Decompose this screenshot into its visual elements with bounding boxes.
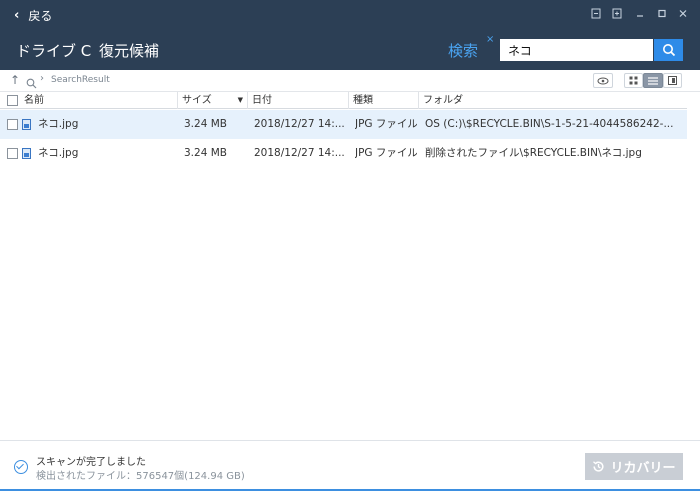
maximize-icon[interactable] [656,8,668,20]
file-list: ネコ.jpg 3.24 MB 2018/12/27 14:... JPG ファイ… [0,110,687,168]
list-view-button[interactable] [643,73,663,88]
status-footer: スキャンが完了しました 検出されたファイル：576547個(124.94 GB)… [0,440,700,491]
file-type: JPG ファイル [355,147,417,159]
file-name: ネコ.jpg [38,118,79,130]
table-row[interactable]: ネコ.jpg 3.24 MB 2018/12/27 14:... JPG ファイ… [0,139,687,168]
recover-button[interactable]: リカバリー [585,453,683,480]
table-header: 名前 サイズ ▼ 日付 種類 フォルダ [0,92,687,109]
file-folder: 削除されたファイル\$RECYCLE.BIN\ネコ.jpg [425,147,642,159]
row-checkbox[interactable] [7,148,18,159]
app-window: ‹ 戻る ドライブ C 復元候補 検索 × ↑ [0,0,700,491]
search-close-icon[interactable]: × [486,34,494,45]
breadcrumb[interactable]: SearchResult [51,75,110,85]
file-date: 2018/12/27 14:... [254,118,345,130]
column-header-size-label: サイズ [182,95,212,106]
tab-drive-c[interactable]: ドライブ C [16,40,91,61]
tab-search[interactable]: 検索 [448,40,478,61]
grid-view-button[interactable] [624,73,643,88]
login-icon[interactable] [611,8,623,20]
back-chevron-icon: ‹ [14,7,20,23]
recover-button-label: リカバリー [610,461,676,476]
table-row[interactable]: ネコ.jpg 3.24 MB 2018/12/27 14:... JPG ファイ… [0,110,687,139]
search-icon [662,44,675,57]
minimize-icon[interactable] [634,8,646,20]
check-circle-icon [14,460,28,474]
file-name: ネコ.jpg [38,147,79,159]
eye-icon [597,77,609,84]
file-size: 3.24 MB [184,147,227,159]
up-arrow-icon[interactable]: ↑ [10,73,20,87]
tab-recovery-candidates[interactable]: 復元候補 [99,40,159,61]
column-header-name[interactable]: 名前 [20,92,178,109]
file-type: JPG ファイル [355,118,417,130]
back-button[interactable]: ‹ 戻る [14,6,52,24]
select-all-checkbox[interactable] [7,95,18,106]
file-size: 3.24 MB [184,118,227,130]
column-header-date[interactable]: 日付 [248,92,349,109]
title-bar: ‹ 戻る [0,0,700,30]
file-folder: OS (C:)\$RECYCLE.BIN\S-1-5-21-4044586242… [425,118,674,130]
file-date: 2018/12/27 14:... [254,147,345,159]
search-button[interactable] [654,39,683,61]
column-header-size[interactable]: サイズ ▼ [178,92,248,109]
back-label: 戻る [28,8,53,23]
grid-view-icon [629,76,638,85]
header-bar: ドライブ C 復元候補 検索 × [0,30,700,70]
preview-toggle-button[interactable] [593,73,613,88]
search-input[interactable] [500,39,653,61]
preview-pane-icon [668,76,677,85]
list-view-icon [648,76,658,85]
preview-pane-button[interactable] [663,73,682,88]
search-icon [26,74,37,93]
scan-status-title: スキャンが完了しました [36,457,146,468]
column-header-type[interactable]: 種類 [349,92,419,109]
scrollbar[interactable] [687,92,700,440]
sort-descending-icon: ▼ [237,96,243,104]
row-checkbox[interactable] [7,119,18,130]
column-header-folder[interactable]: フォルダ [419,92,687,109]
path-toolbar: ↑ › SearchResult [0,70,700,92]
scan-status-detail: 検出されたファイル：576547個(124.94 GB) [36,471,245,482]
minimize-to-tray-icon[interactable] [590,8,602,20]
close-icon[interactable] [677,8,689,20]
image-file-icon [22,148,31,159]
restore-icon [593,461,605,472]
breadcrumb-separator: › [40,73,44,84]
image-file-icon [22,119,31,130]
